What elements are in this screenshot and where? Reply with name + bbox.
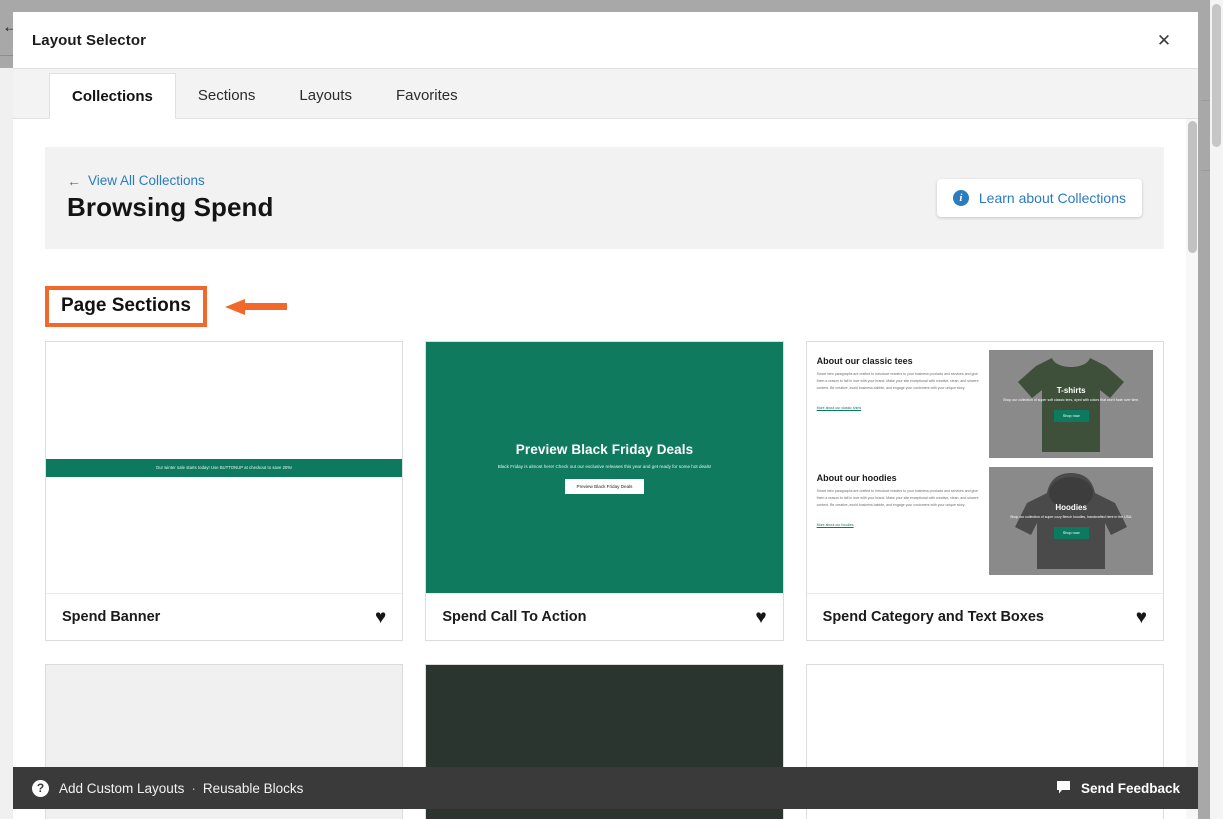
page-scrollbar[interactable] [1210, 0, 1223, 819]
thumb-cat-body: Smart intro paragraphs are crafted to in… [817, 488, 981, 508]
layout-card-grid: Our winter sale starts today! Use BUTTON… [45, 341, 1164, 819]
thumb-cat-text: About our classic tees Smart intro parag… [817, 350, 981, 414]
tab-bar: Collections Sections Layouts Favorites [13, 69, 1198, 119]
thumb-cat-heading: About our hoodies [817, 473, 981, 483]
view-all-collections-link[interactable]: ← View All Collections [67, 173, 274, 188]
modal-title: Layout Selector [32, 32, 146, 49]
card-label: Spend Call To Action [442, 609, 586, 625]
view-all-collections-label: View All Collections [88, 173, 205, 188]
layout-card[interactable]: Preview Black Friday Deals Black Friday … [425, 341, 783, 641]
layout-selector-modal: Layout Selector ✕ Collections Sections L… [13, 12, 1198, 819]
modal-scrollbar-thumb[interactable] [1188, 121, 1197, 253]
modal-scroll-region: ← View All Collections Browsing Spend i … [13, 119, 1186, 819]
card-footer: Spend Call To Action ♥ [426, 594, 782, 640]
card-thumbnail-spend-category-and-text-boxes[interactable]: About our classic tees Smart intro parag… [807, 342, 1163, 594]
thumb-cat-image-title: Hoodies [1055, 503, 1087, 512]
back-arrow-icon: ← [67, 174, 81, 188]
learn-about-collections-button[interactable]: i Learn about Collections [937, 179, 1142, 217]
backdrop-divider [0, 55, 14, 56]
info-icon: i [953, 190, 969, 206]
annotation-arrow-shaft [245, 303, 287, 310]
section-heading-row: Page Sections [45, 285, 1186, 327]
thumb-cta-title: Preview Black Friday Deals [516, 442, 693, 457]
tshirt-icon [1012, 352, 1130, 456]
reusable-blocks-link[interactable]: Reusable Blocks [203, 781, 304, 796]
footer-bar: ? Add Custom Layouts · Reusable Blocks S… [13, 767, 1198, 809]
card-thumbnail-spend-banner[interactable]: Our winter sale starts today! Use BUTTON… [46, 342, 402, 594]
learn-about-collections-label: Learn about Collections [979, 190, 1126, 206]
page-scrollbar-thumb[interactable] [1212, 4, 1221, 147]
thumb-banner-strip: Our winter sale starts today! Use BUTTON… [46, 459, 402, 477]
thumb-cat-image-tshirt: T-shirts Shop our collection of super so… [989, 350, 1153, 458]
thumb-cta-subtitle: Black Friday is almost here! Check out o… [498, 464, 711, 469]
close-icon[interactable]: ✕ [1150, 26, 1178, 54]
chat-bubble-glyph [1056, 780, 1071, 794]
add-custom-layouts-link[interactable]: Add Custom Layouts [59, 781, 184, 796]
favorite-heart-icon[interactable]: ♥ [1136, 608, 1147, 627]
thumb-cat-row: About our classic tees Smart intro parag… [817, 350, 1153, 458]
hoodie-icon [1011, 469, 1131, 573]
card-thumbnail-spend-call-to-action[interactable]: Preview Black Friday Deals Black Friday … [426, 342, 782, 594]
tab-sections[interactable]: Sections [176, 72, 278, 118]
modal-scrollbar[interactable] [1186, 119, 1198, 819]
modal-body: ← View All Collections Browsing Spend i … [13, 119, 1198, 819]
thumb-cta-button: Preview Black Friday Deals [565, 479, 645, 494]
annotation-arrow-head [225, 299, 245, 315]
thumb-cat-image-title: T-shirts [1057, 386, 1086, 395]
footer-left-group: ? Add Custom Layouts · Reusable Blocks [32, 780, 303, 797]
card-label: Spend Banner [62, 609, 160, 625]
card-footer: Spend Category and Text Boxes ♥ [807, 594, 1163, 640]
thumb-banner-text: Our winter sale starts today! Use BUTTON… [156, 465, 292, 470]
thumb-cat-image-button: Shop now [1054, 410, 1089, 422]
thumb-cat-image-button: Shop now [1054, 527, 1089, 539]
thumb-cat-link: More about our hoodies [817, 523, 854, 527]
favorite-heart-icon[interactable]: ♥ [375, 608, 386, 627]
thumb-cat-image-subtitle: Shop our collection of super soft classi… [1003, 398, 1139, 404]
send-feedback-button[interactable]: Send Feedback [1056, 780, 1180, 796]
thumb-cat-row: About our hoodies Smart intro paragraphs… [817, 467, 1153, 575]
page-sections-heading: Page Sections [45, 286, 207, 327]
collection-banner: ← View All Collections Browsing Spend i … [45, 147, 1164, 249]
layout-card[interactable]: About our classic tees Smart intro parag… [806, 341, 1164, 641]
send-feedback-label: Send Feedback [1081, 781, 1180, 796]
thumb-cat-image-subtitle: Shop our collection of super cozy fleece… [1010, 515, 1132, 521]
thumb-cat-image-hoodie: Hoodies Shop our collection of super coz… [989, 467, 1153, 575]
thumb-cat-link: More about our classic shirts [817, 406, 862, 410]
help-icon[interactable]: ? [32, 780, 49, 797]
footer-links: Add Custom Layouts · Reusable Blocks [59, 781, 303, 796]
tab-favorites[interactable]: Favorites [374, 72, 480, 118]
thumb-cat-heading: About our classic tees [817, 356, 981, 366]
collection-banner-left: ← View All Collections Browsing Spend [67, 173, 274, 223]
thumb-cat-text: About our hoodies Smart intro paragraphs… [817, 467, 981, 531]
collection-title: Browsing Spend [67, 192, 274, 223]
modal-header: Layout Selector ✕ [13, 12, 1198, 69]
annotation-arrow-icon [225, 299, 287, 313]
backdrop-left-panel [0, 68, 14, 819]
tab-collections[interactable]: Collections [49, 73, 176, 119]
chat-bubble-icon [1056, 780, 1071, 796]
card-footer: Spend Banner ♥ [46, 594, 402, 640]
favorite-heart-icon[interactable]: ♥ [755, 608, 766, 627]
footer-separator: · [191, 781, 196, 796]
card-label: Spend Category and Text Boxes [823, 609, 1044, 625]
thumb-cat-body: Smart intro paragraphs are crafted to in… [817, 371, 981, 391]
layout-card[interactable]: Our winter sale starts today! Use BUTTON… [45, 341, 403, 641]
tab-layouts[interactable]: Layouts [277, 72, 374, 118]
